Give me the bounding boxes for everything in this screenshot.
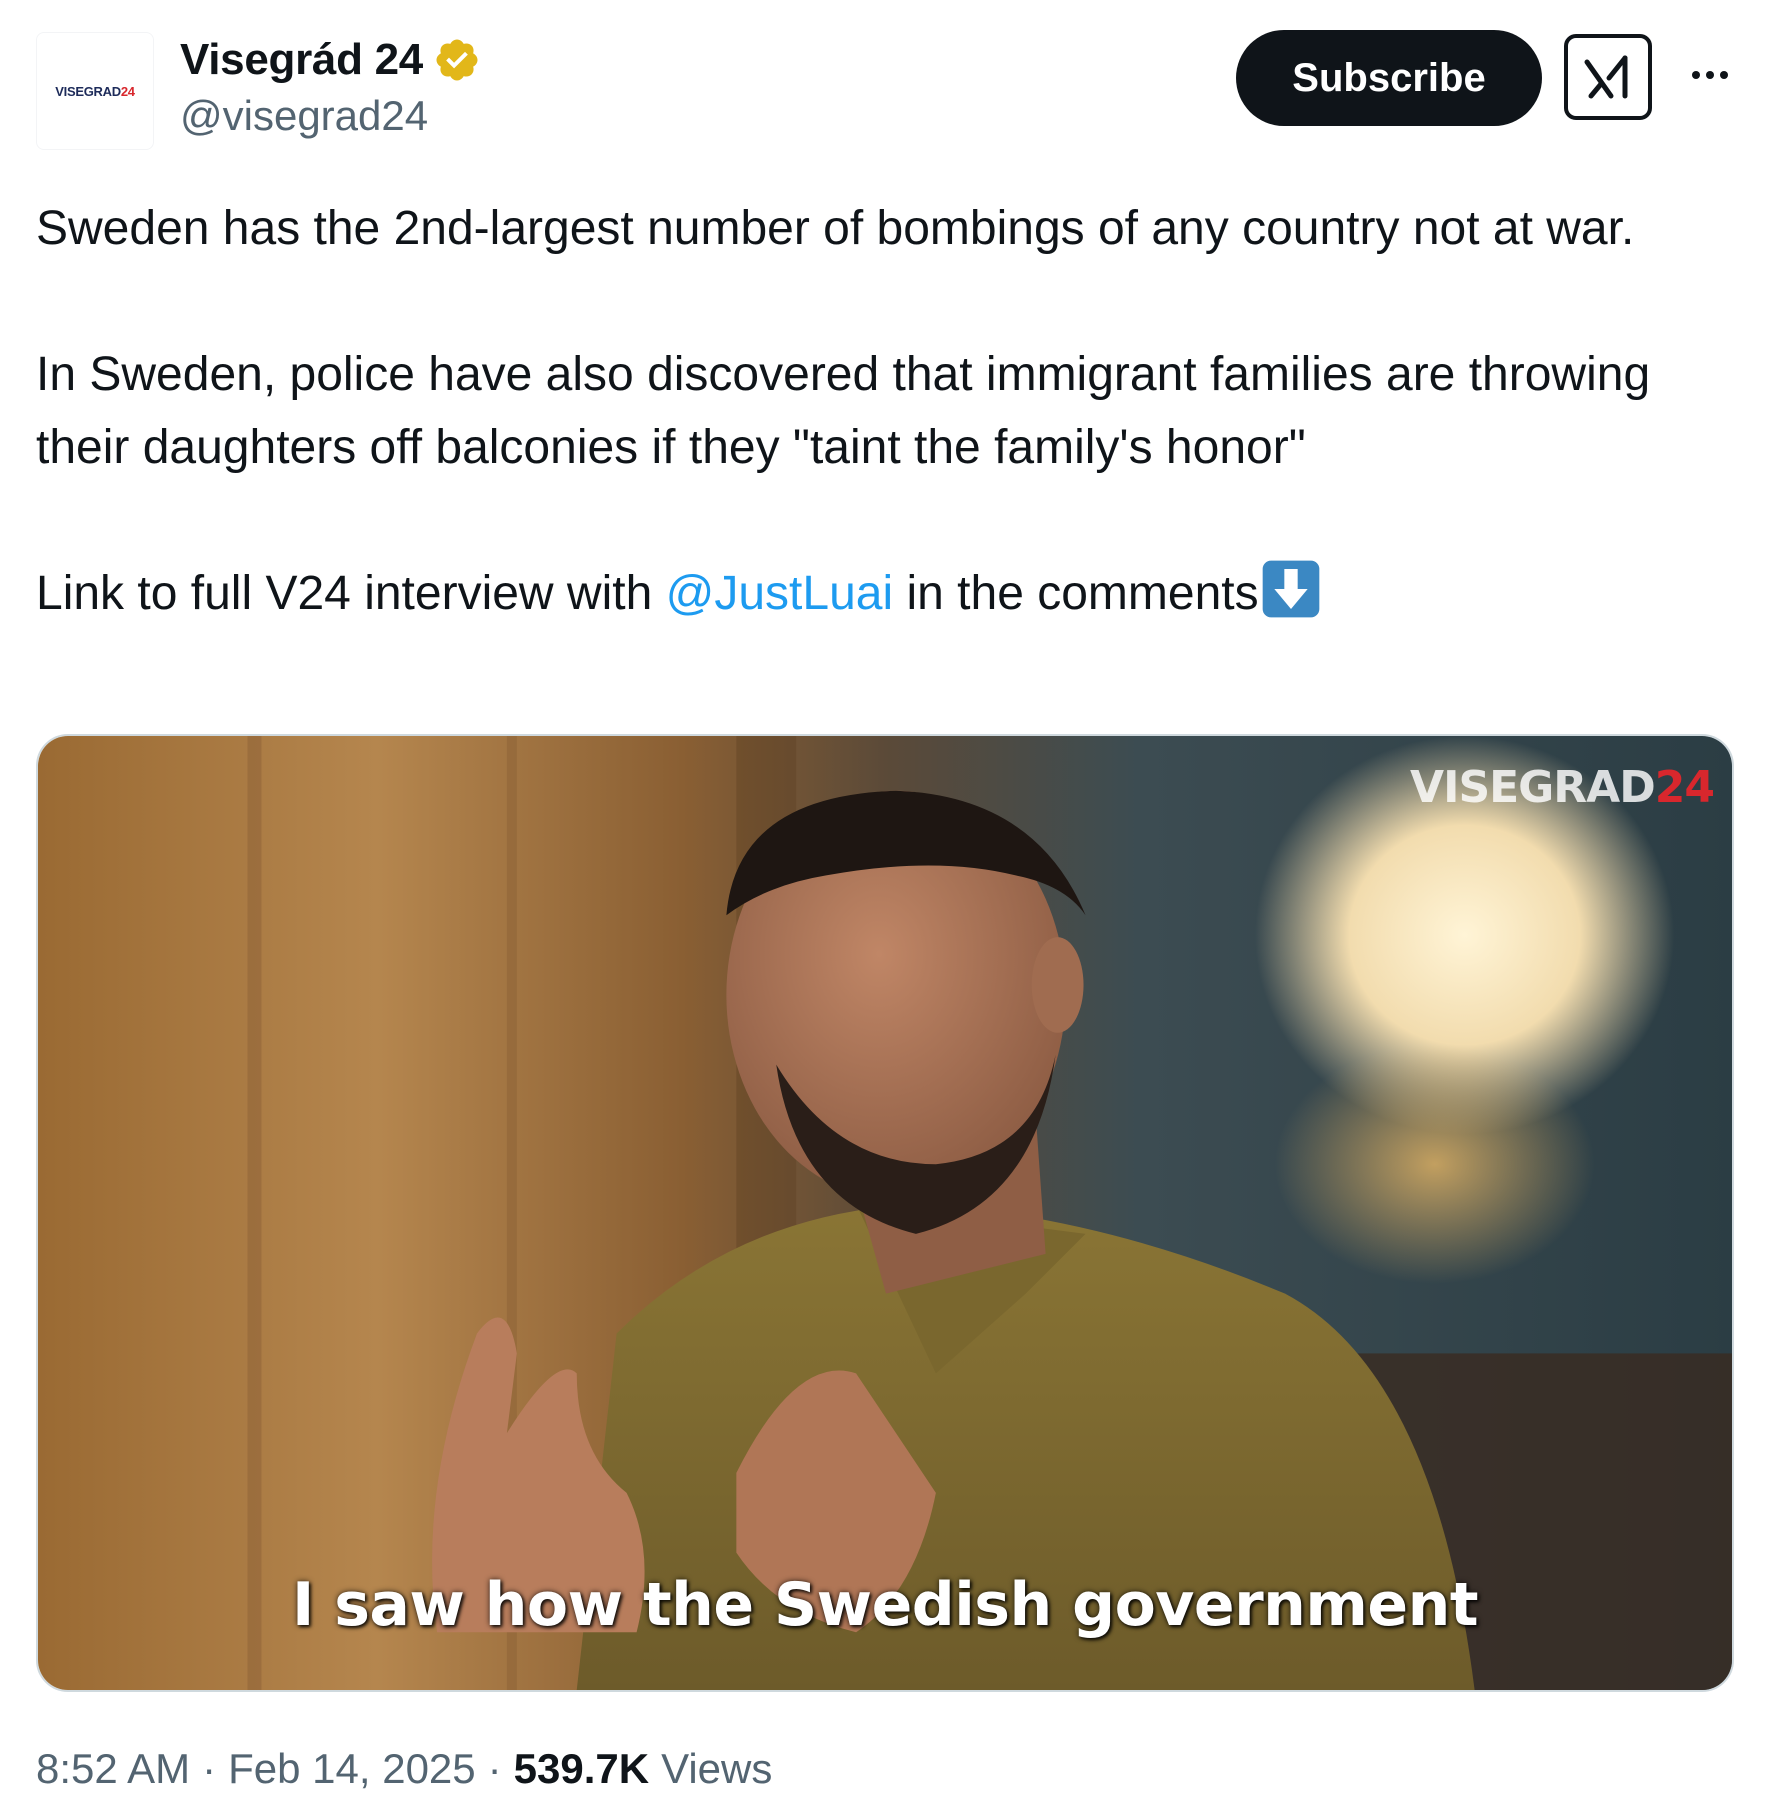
more-icon-dot <box>1706 71 1714 79</box>
video-watermark-num: 24 <box>1654 762 1715 813</box>
video-player[interactable]: VISEGRAD24 I saw how the Swedish governm… <box>36 734 1734 1692</box>
author-block: Visegrád 24 @visegrad24 <box>180 30 481 140</box>
tweet-date[interactable]: Feb 14, 2025 <box>228 1745 476 1793</box>
tweet-paragraph-3: Link to full V24 interview with @JustLua… <box>36 557 1736 630</box>
video-frame <box>38 736 1732 1690</box>
tweet-paragraph-2: In Sweden, police have also discovered t… <box>36 348 1651 474</box>
handle[interactable]: @visegrad24 <box>180 92 481 140</box>
views-count[interactable]: 539.7K <box>514 1745 649 1793</box>
avatar-logo: VISEGRAD24 <box>55 83 135 99</box>
tweet-paragraph-1: Sweden has the 2nd-largest number of bom… <box>36 202 1635 255</box>
video-watermark-text: VISEGRAD <box>1410 762 1656 813</box>
verified-badge-icon <box>436 39 478 81</box>
display-name-row: Visegrád 24 <box>180 30 481 90</box>
tweet-paragraph-3-suffix: in the comments <box>893 567 1259 620</box>
views-label[interactable]: Views <box>661 1745 772 1793</box>
mention-link[interactable]: @JustLuai <box>666 567 894 620</box>
meta-separator: · <box>202 1745 217 1792</box>
subscribe-button[interactable]: Subscribe <box>1236 30 1542 126</box>
video-watermark: VISEGRAD24 <box>1410 762 1715 813</box>
avatar[interactable]: VISEGRAD24 <box>36 32 154 150</box>
display-name[interactable]: Visegrád 24 <box>180 35 423 85</box>
tweet-paragraph-3-prefix: Link to full V24 interview with <box>36 567 666 620</box>
more-icon-dot <box>1720 71 1728 79</box>
meta-separator: · <box>487 1745 502 1792</box>
grok-button[interactable] <box>1564 34 1652 120</box>
avatar-logo-text: VISEGRAD <box>55 83 121 99</box>
tweet: VISEGRAD24 Visegrád 24 @visegrad24 Subsc… <box>0 0 1767 1815</box>
more-icon-dot <box>1692 71 1700 79</box>
grok-icon <box>1584 55 1628 99</box>
tweet-text: Sweden has the 2nd-largest number of bom… <box>36 192 1736 630</box>
more-options-button[interactable] <box>1686 60 1734 90</box>
tweet-time[interactable]: 8:52 AM <box>36 1745 190 1793</box>
down-arrow-emoji-icon <box>1262 560 1319 618</box>
tweet-meta: 8:52 AM · Feb 14, 2025 · 539.7K Views <box>36 1745 772 1793</box>
avatar-logo-num: 24 <box>120 83 135 99</box>
video-caption: I saw how the Swedish government <box>291 1570 1479 1640</box>
